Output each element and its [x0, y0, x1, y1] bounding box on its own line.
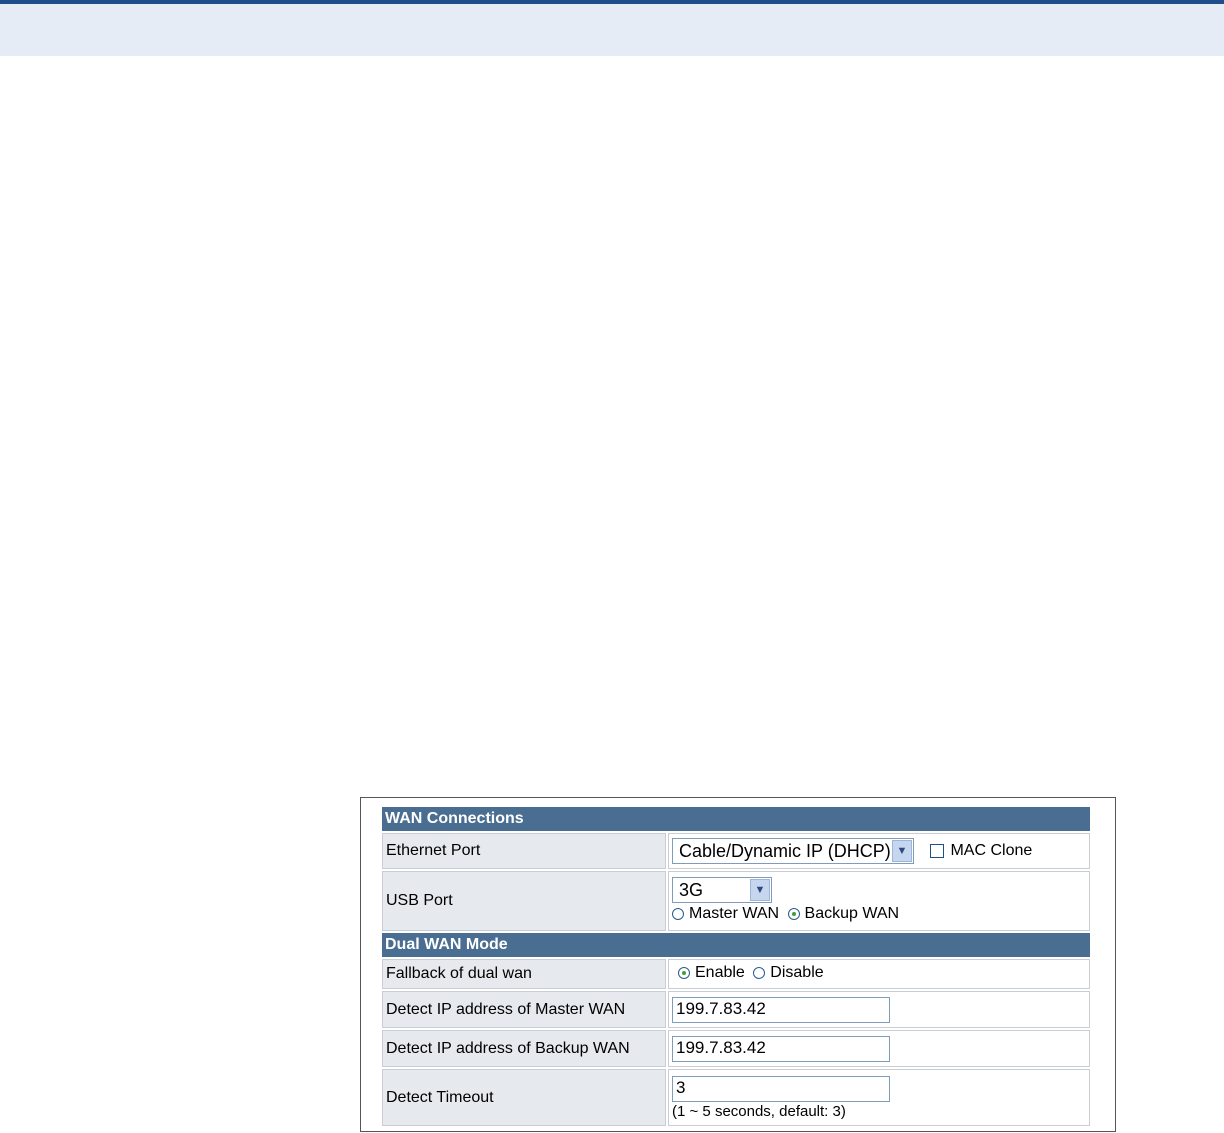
section-title: Dual WAN Mode — [382, 933, 1090, 957]
backup-wan-label: Backup WAN — [804, 905, 900, 922]
mac-clone-label: MAC Clone — [950, 842, 1033, 860]
fallback-label: Fallback of dual wan — [382, 959, 666, 989]
usb-port-selected: 3G — [679, 879, 704, 900]
fallback-enable-label: Enable — [695, 964, 745, 981]
page-header-band — [0, 0, 1224, 56]
usb-port-select[interactable]: 3G ▼ — [672, 877, 772, 903]
detect-timeout-row: Detect Timeout 3 (1 ~ 5 seconds, default… — [382, 1069, 1090, 1126]
fallback-disable-radio[interactable] — [753, 967, 766, 979]
ethernet-port-label: Ethernet Port — [382, 833, 666, 869]
fallback-row: Fallback of dual wan Enable Disable — [382, 959, 1090, 989]
detect-master-input[interactable]: 199.7.83.42 — [672, 996, 890, 1023]
chevron-down-icon[interactable]: ▼ — [750, 879, 770, 901]
usb-port-label: USB Port — [382, 871, 666, 931]
section-title: WAN Connections — [382, 807, 1090, 831]
detect-timeout-input[interactable]: 3 — [672, 1075, 890, 1102]
usb-port-row: USB Port 3G ▼ Master WAN Backup WAN — [382, 871, 1090, 931]
detect-master-row: Detect IP address of Master WAN 199.7.83… — [382, 991, 1090, 1028]
fallback-enable-radio[interactable] — [678, 967, 690, 979]
master-wan-label: Master WAN — [689, 905, 780, 922]
fallback-disable-label: Disable — [770, 964, 824, 981]
detect-master-value: 199.7.83.42 — [668, 991, 1090, 1028]
detect-backup-label: Detect IP address of Backup WAN — [382, 1030, 666, 1067]
chevron-down-icon[interactable]: ▼ — [892, 840, 912, 862]
detect-backup-value: 199.7.83.42 — [668, 1030, 1090, 1067]
backup-wan-option[interactable]: Backup WAN — [787, 905, 900, 923]
ethernet-port-select[interactable]: Cable/Dynamic IP (DHCP) ▼ — [672, 838, 914, 864]
ethernet-port-selected: Cable/Dynamic IP (DHCP) — [679, 840, 891, 861]
master-wan-option[interactable]: Master WAN — [672, 905, 779, 923]
ethernet-port-value: Cable/Dynamic IP (DHCP) ▼ MAC Clone — [668, 833, 1090, 869]
detect-backup-row: Detect IP address of Backup WAN 199.7.83… — [382, 1030, 1090, 1067]
detect-timeout-label: Detect Timeout — [382, 1069, 666, 1126]
fallback-disable-option[interactable]: Disable — [753, 964, 824, 982]
section-header-dual-wan-mode: Dual WAN Mode — [382, 933, 1090, 957]
section-header-wan-connections: WAN Connections — [382, 807, 1090, 831]
backup-wan-radio[interactable] — [787, 908, 800, 920]
detect-master-label: Detect IP address of Master WAN — [382, 991, 666, 1028]
fallback-value: Enable Disable — [668, 959, 1090, 989]
detect-timeout-hint: (1 ~ 5 seconds, default: 3) — [672, 1102, 846, 1120]
ethernet-port-row: Ethernet Port Cable/Dynamic IP (DHCP) ▼ … — [382, 833, 1090, 869]
master-wan-radio[interactable] — [672, 908, 684, 920]
fallback-enable-option[interactable]: Enable — [678, 964, 745, 982]
mac-clone-checkbox[interactable] — [930, 844, 945, 858]
detect-timeout-value: 3 (1 ~ 5 seconds, default: 3) — [668, 1069, 1090, 1126]
usb-port-value: 3G ▼ Master WAN Backup WAN — [668, 871, 1090, 931]
wan-settings-table: WAN Connections Ethernet Port Cable/Dyna… — [380, 805, 1092, 1128]
wan-settings-panel: WAN Connections Ethernet Port Cable/Dyna… — [360, 797, 1116, 1132]
detect-backup-input[interactable]: 199.7.83.42 — [672, 1035, 890, 1062]
